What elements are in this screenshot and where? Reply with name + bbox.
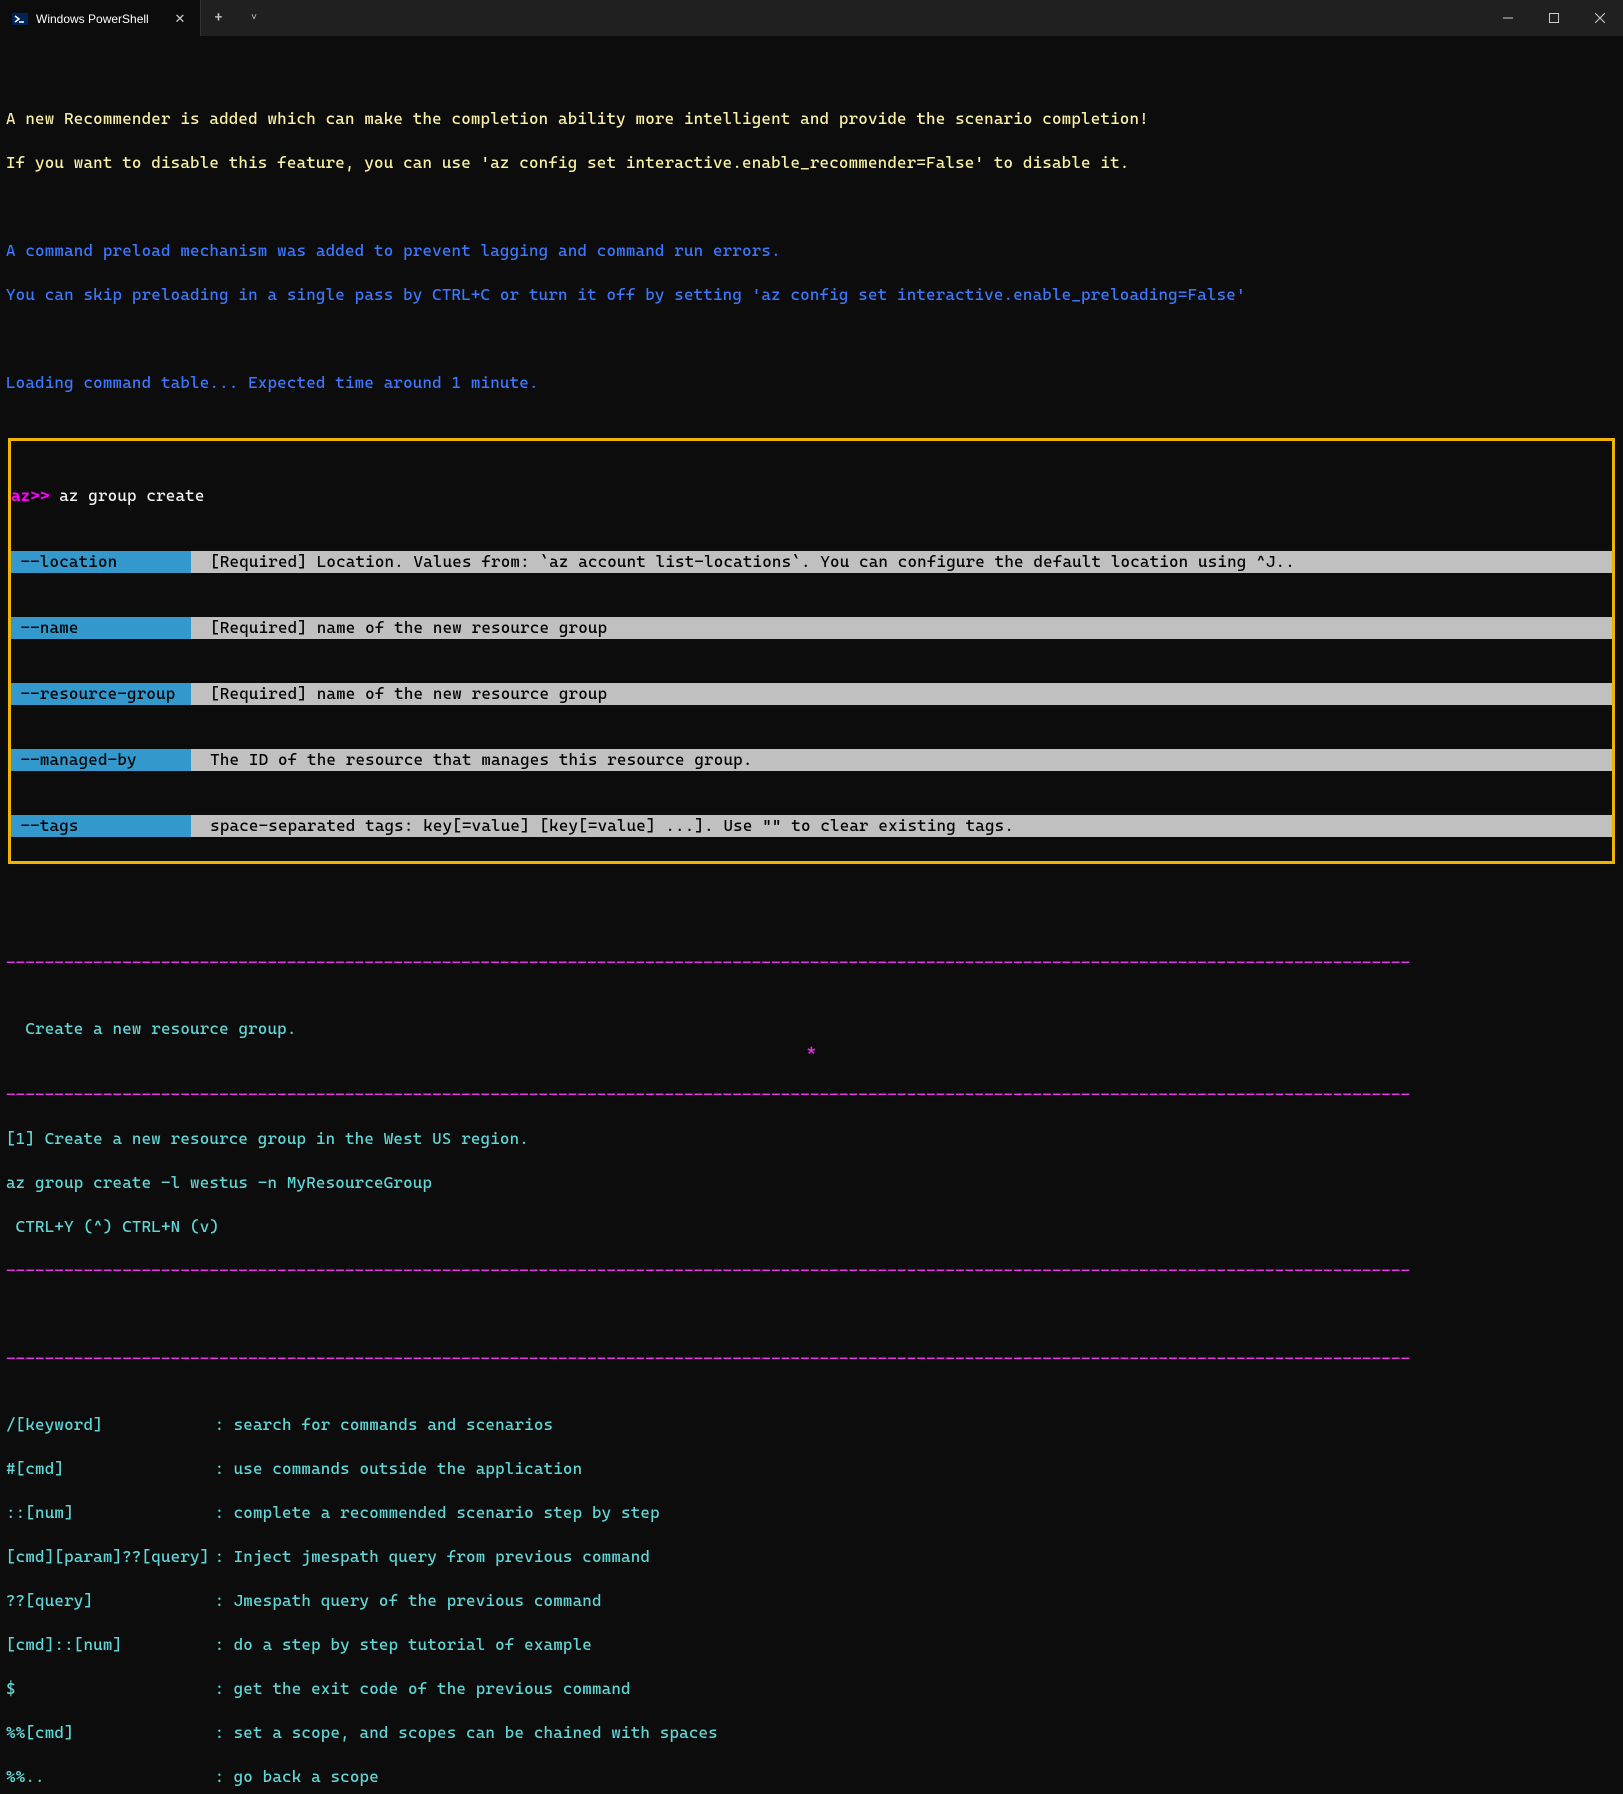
- divider: ----------------------------------------…: [6, 1348, 1617, 1370]
- example-title: [1] Create a new resource group in the W…: [6, 1128, 1617, 1150]
- tab-powershell[interactable]: Windows PowerShell ✕: [0, 0, 200, 36]
- help-row: %%[cmd]: set a scope, and scopes can be …: [6, 1722, 1617, 1744]
- maximize-button[interactable]: [1531, 0, 1577, 36]
- star-icon: *: [807, 1040, 817, 1062]
- help-row: ::[num]: complete a recommended scenario…: [6, 1502, 1617, 1524]
- intro-line: A command preload mechanism was added to…: [6, 240, 1617, 262]
- divider: ----------------------------------------…: [6, 1260, 1617, 1282]
- help-row: [cmd][param]??[query]: Inject jmespath q…: [6, 1546, 1617, 1568]
- suggestion-option: --tags: [11, 815, 191, 837]
- loading-line: Loading command table... Expected time a…: [6, 372, 1617, 394]
- suggestion-row[interactable]: --name [Required] name of the new resour…: [11, 617, 1612, 639]
- tab-dropdown-button[interactable]: ˅: [236, 0, 272, 36]
- titlebar: Windows PowerShell ✕ + ˅: [0, 0, 1623, 36]
- help-row: %%..: go back a scope: [6, 1766, 1617, 1788]
- example-command: az group create -l westus -n MyResourceG…: [6, 1172, 1617, 1194]
- help-row: [cmd]::[num]: do a step by step tutorial…: [6, 1634, 1617, 1656]
- suggestion-row[interactable]: --tags space-separated tags: key[=value]…: [11, 815, 1612, 837]
- suggestion-option: --managed-by: [11, 749, 191, 771]
- prompt-row: az>> az group create: [11, 485, 1612, 507]
- suggestion-row[interactable]: --resource-group [Required] name of the …: [11, 683, 1612, 705]
- prompt-command[interactable]: az group create: [59, 485, 204, 507]
- suggestion-option: --resource-group: [11, 683, 191, 705]
- suggestion-desc: The ID of the resource that manages this…: [191, 749, 1612, 771]
- suggestion-row[interactable]: --managed-by The ID of the resource that…: [11, 749, 1612, 771]
- suggestion-option: --name: [11, 617, 191, 639]
- command-suggestion-box: az>> az group create --location [Require…: [8, 438, 1615, 864]
- help-row: ??[query]: Jmespath query of the previou…: [6, 1590, 1617, 1612]
- terminal-content[interactable]: A new Recommender is added which can mak…: [0, 36, 1623, 1794]
- tab-title: Windows PowerShell: [36, 12, 149, 26]
- suggestion-row[interactable]: --location [Required] Location. Values f…: [11, 551, 1612, 573]
- prompt-prefix: az>>: [11, 485, 50, 507]
- minimize-button[interactable]: [1485, 0, 1531, 36]
- suggestion-desc: [Required] name of the new resource grou…: [191, 617, 1612, 639]
- new-tab-button[interactable]: +: [200, 0, 236, 36]
- suggestion-desc: [Required] Location. Values from: `az ac…: [191, 551, 1612, 573]
- tabs: Windows PowerShell ✕ + ˅: [0, 0, 272, 36]
- help-row: #[cmd]: use commands outside the applica…: [6, 1458, 1617, 1480]
- intro-line: You can skip preloading in a single pass…: [6, 284, 1617, 306]
- window-controls: [1485, 0, 1623, 36]
- window-close-button[interactable]: [1577, 0, 1623, 36]
- powershell-icon: [12, 11, 28, 27]
- intro-line: A new Recommender is added which can mak…: [6, 108, 1617, 130]
- suggestion-option: --location: [11, 551, 191, 573]
- help-row: $: get the exit code of the previous com…: [6, 1678, 1617, 1700]
- divider: ----------------------------------------…: [6, 1084, 1617, 1106]
- suggestion-desc: [Required] name of the new resource grou…: [191, 683, 1612, 705]
- divider: ----------------------------------------…: [6, 952, 1617, 974]
- help-row: /[keyword]: search for commands and scen…: [6, 1414, 1617, 1436]
- nav-hint: CTRL+Y (^) CTRL+N (v): [6, 1216, 1617, 1238]
- intro-line: If you want to disable this feature, you…: [6, 152, 1617, 174]
- close-icon[interactable]: ✕: [172, 11, 188, 27]
- suggestion-desc: space-separated tags: key[=value] [key[=…: [191, 815, 1612, 837]
- command-description: Create a new resource group.: [25, 1019, 296, 1038]
